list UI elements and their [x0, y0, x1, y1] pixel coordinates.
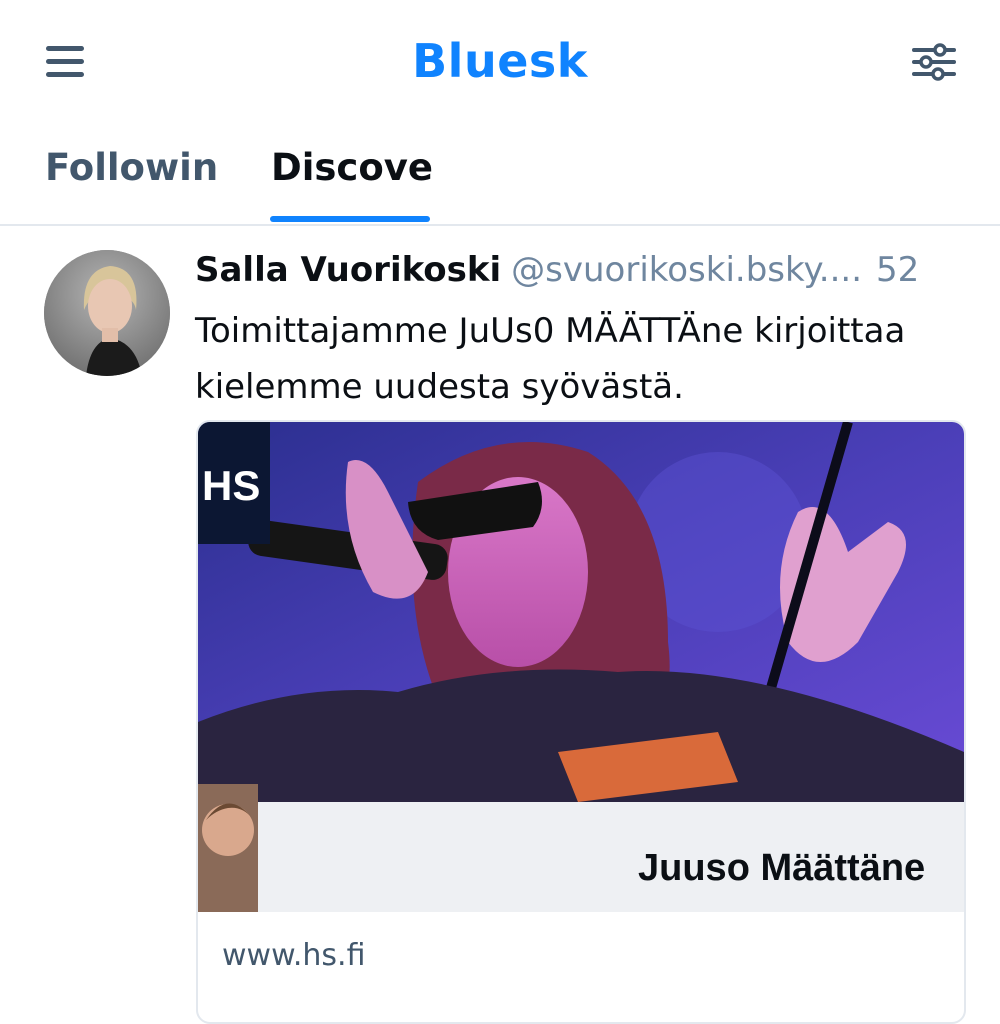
author-handle[interactable]: @svuorikoski.bsky....: [511, 250, 862, 290]
feed-tabs: Followin Discove: [0, 128, 1000, 224]
post-text-line: kielemme uudesta syövästä.: [195, 367, 684, 407]
card-banner-title: Juuso Määttäne: [638, 847, 925, 889]
app-title: Bluesk: [412, 34, 588, 88]
tab-following[interactable]: Followin: [45, 146, 218, 189]
author-name[interactable]: Salla Vuorikoski: [195, 250, 501, 290]
post-text-line: Toimittajamme JuUs0 MÄÄTTÄne kirjoittaa: [195, 311, 906, 351]
avatar[interactable]: [44, 250, 170, 376]
post-text: Toimittajamme JuUs0 MÄÄTTÄne kirjoittaa …: [195, 303, 985, 415]
top-header: Bluesk: [0, 0, 1000, 128]
active-tab-indicator: [270, 216, 430, 222]
card-thumbnail-image: HS Juuso Määttäne: [198, 422, 964, 912]
post-timestamp[interactable]: 52: [876, 250, 919, 290]
hs-logo: HS: [202, 462, 260, 509]
card-domain: www.hs.fi: [222, 938, 366, 973]
link-preview-card[interactable]: HS Juuso Määttäne www.hs.fi: [196, 420, 966, 1024]
tab-discover[interactable]: Discove: [271, 146, 433, 189]
divider: [0, 224, 1000, 226]
sliders-icon[interactable]: [912, 42, 956, 82]
post-header: Salla Vuorikoski @svuorikoski.bsky.... 52: [195, 250, 985, 294]
